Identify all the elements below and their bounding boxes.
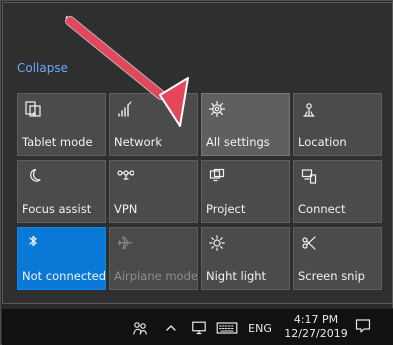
moon-icon	[30, 168, 41, 182]
clock[interactable]: 4:17 PM 12/27/2019	[282, 313, 350, 342]
tile-tablet-mode[interactable]: Tablet mode	[17, 93, 106, 156]
tile-label: Screen snip	[298, 269, 365, 283]
chevron-up-icon[interactable]	[165, 319, 177, 337]
tile-connect[interactable]: Connect	[293, 160, 382, 223]
quick-actions-grid: Tablet mode Network All settings Locatio…	[17, 93, 382, 291]
tile-project[interactable]: Project	[201, 160, 290, 223]
monitor-network-icon[interactable]	[191, 319, 207, 337]
tile-label: Location	[298, 135, 347, 149]
tile-location[interactable]: Location	[293, 93, 382, 156]
tile-label: Tablet mode	[22, 135, 93, 149]
brightness-icon	[209, 235, 225, 251]
project-icon	[209, 168, 225, 182]
clock-date: 12/27/2019	[284, 327, 348, 340]
tile-vpn[interactable]: VPN	[109, 160, 198, 223]
connect-icon	[301, 169, 317, 184]
people-icon[interactable]	[131, 319, 149, 337]
action-center-panel: Collapse Tablet mode Network All setting…	[2, 2, 393, 304]
tile-screen-snip[interactable]: Screen snip	[293, 227, 382, 290]
tile-focus-assist[interactable]: Focus assist	[17, 160, 106, 223]
action-center-icon[interactable]	[354, 317, 372, 335]
action-center-screenshot: Collapse Tablet mode Network All setting…	[0, 0, 393, 345]
location-icon	[303, 103, 315, 117]
tile-label: Airplane mode	[114, 269, 198, 283]
bluetooth-icon	[29, 235, 37, 247]
language-indicator[interactable]: ENG	[248, 319, 272, 337]
tile-network[interactable]: Network	[109, 93, 198, 156]
collapse-link[interactable]: Collapse	[17, 61, 68, 75]
tile-all-settings[interactable]: All settings	[201, 93, 290, 156]
screen-snip-icon	[302, 236, 316, 250]
vpn-icon	[117, 170, 134, 180]
tile-label: All settings	[206, 135, 270, 149]
tile-label: Focus assist	[22, 202, 92, 216]
tile-label: Night light	[206, 269, 267, 283]
tile-label: Connect	[298, 202, 346, 216]
taskbar: ENG 4:17 PM 12/27/2019	[2, 308, 393, 345]
tile-label: Not connected	[22, 269, 106, 283]
network-icon	[118, 101, 132, 117]
clock-time: 4:17 PM	[293, 313, 339, 326]
tile-label: VPN	[114, 202, 138, 216]
tile-label: Project	[206, 202, 246, 216]
tile-bluetooth[interactable]: Not connected	[17, 227, 106, 290]
gear-icon	[208, 100, 226, 118]
tile-label: Network	[114, 135, 163, 149]
keyboard-icon[interactable]	[216, 319, 238, 337]
tablet-mode-icon	[25, 101, 41, 117]
airplane-icon	[117, 236, 133, 249]
tile-airplane-mode[interactable]: Airplane mode	[109, 227, 198, 290]
tile-night-light[interactable]: Night light	[201, 227, 290, 290]
